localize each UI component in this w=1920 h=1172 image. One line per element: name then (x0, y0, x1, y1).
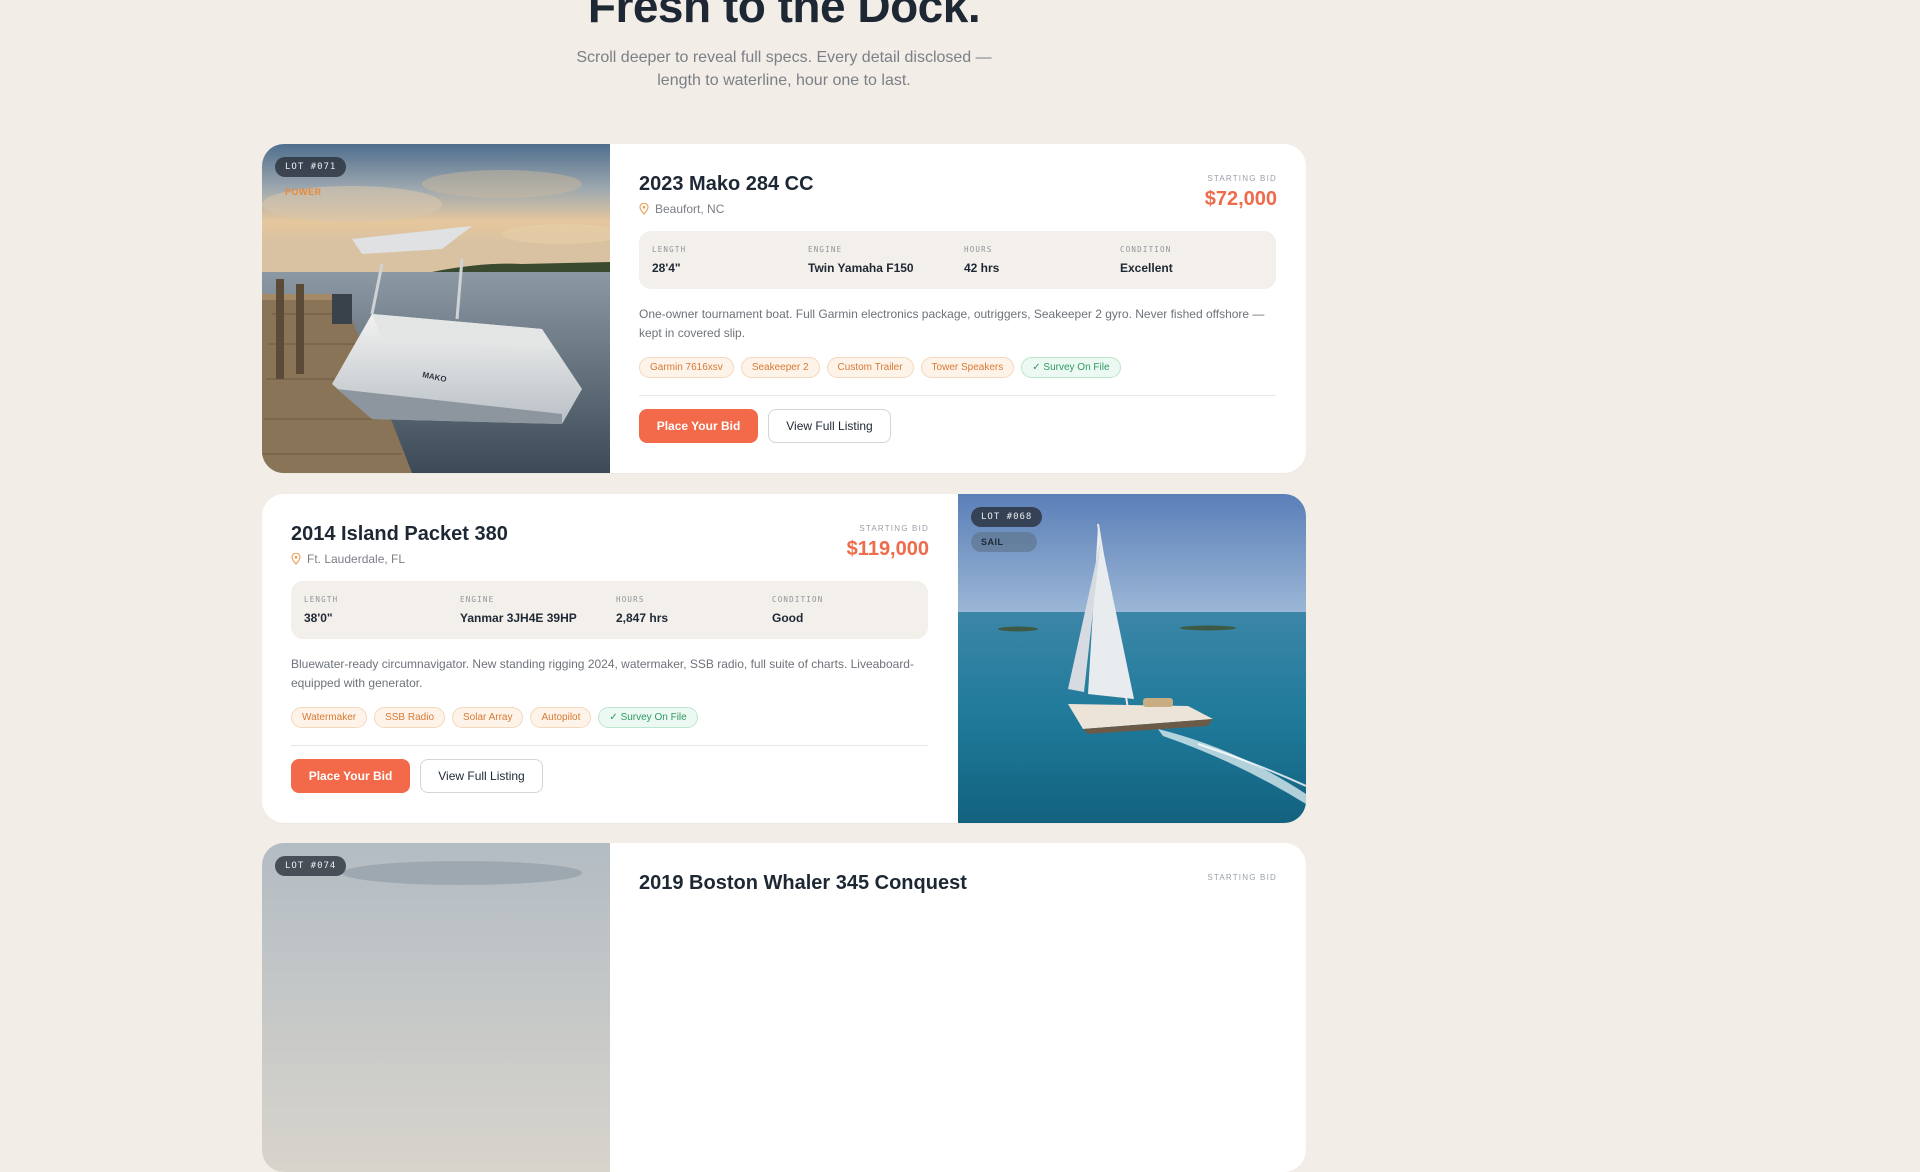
listing-card: MAKO LOT #071 POWER 2023 Mako 284 CC Bea… (262, 144, 1306, 473)
listing-title[interactable]: 2023 Mako 284 CC (639, 173, 814, 196)
spec-value: 42 hrs (964, 261, 1000, 275)
lot-badge: LOT #074 (275, 856, 347, 876)
type-badge: SAIL (971, 532, 1037, 552)
starting-bid-label: STARTING BID (1207, 174, 1277, 183)
location-text: Ft. Lauderdale, FL (307, 552, 406, 566)
spec-label: CONDITION (1120, 245, 1172, 254)
feature-tag: Custom Trailer (826, 357, 914, 378)
spec-label: HOURS (964, 245, 993, 254)
feature-tag: Tower Speakers (920, 357, 1015, 378)
listing-info: 2023 Mako 284 CC Beaufort, NC STARTING B… (610, 144, 1306, 473)
type-badge: POWER (285, 187, 322, 197)
survey-badge: ✓ Survey On File (598, 707, 698, 728)
spec-value: 38'0" (304, 611, 333, 625)
spec-condition: CONDITION Good (772, 595, 823, 625)
boat-photo[interactable]: MAKO LOT #071 POWER (262, 144, 610, 473)
spec-engine: ENGINE Twin Yamaha F150 (808, 245, 914, 275)
page-subtitle: Scroll deeper to reveal full specs. Ever… (576, 49, 992, 89)
listing-location: Beaufort, NC (639, 202, 724, 216)
feature-tags: Garmin 7616xsv Seakeeper 2 Custom Traile… (639, 357, 1121, 378)
feature-tag: Garmin 7616xsv (639, 357, 734, 378)
listing-card: 2014 Island Packet 380 Ft. Lauderdale, F… (262, 494, 1306, 823)
spec-label: CONDITION (772, 595, 824, 604)
spec-value: Excellent (1120, 261, 1173, 275)
view-listing-button[interactable]: View Full Listing (768, 409, 891, 443)
listing-title[interactable]: 2014 Island Packet 380 (291, 523, 508, 546)
spec-label: ENGINE (460, 595, 495, 604)
lot-badge: LOT #071 (275, 157, 347, 177)
lot-badge: LOT #068 (971, 507, 1043, 527)
listing-description: Bluewater-ready circumnavigator. New sta… (291, 657, 914, 690)
specs-panel: LENGTH 38'0" ENGINE Yanmar 3JH4E 39HP HO… (291, 581, 928, 639)
location-text: Beaufort, NC (655, 202, 725, 216)
spec-value: 2,847 hrs (616, 611, 669, 625)
feature-tag: Solar Array (452, 707, 524, 728)
spec-label: LENGTH (304, 595, 339, 604)
boat-photo-image (262, 843, 610, 1172)
feature-tag: Autopilot (530, 707, 592, 728)
spec-length: LENGTH 38'0" (304, 595, 338, 625)
view-listing-button[interactable]: View Full Listing (420, 759, 543, 793)
spec-value: Good (772, 611, 804, 625)
specs-panel: LENGTH 28'4" ENGINE Twin Yamaha F150 HOU… (639, 231, 1276, 289)
spec-hours: HOURS 2,847 hrs (616, 595, 668, 625)
boat-photo[interactable]: LOT #074 (262, 843, 610, 1172)
spec-label: HOURS (616, 595, 645, 604)
starting-bid-value: $119,000 (846, 538, 929, 560)
spec-length: LENGTH 28'4" (652, 245, 686, 275)
listing-title[interactable]: 2019 Boston Whaler 345 Conquest (639, 872, 967, 895)
feature-tag: SSB Radio (374, 707, 446, 728)
location-pin-icon (291, 553, 301, 565)
divider (639, 395, 1276, 396)
divider (291, 745, 928, 746)
place-bid-button[interactable]: Place Your Bid (291, 759, 410, 793)
listing-info: 2014 Island Packet 380 Ft. Lauderdale, F… (262, 494, 958, 823)
listing-card: LOT #074 2019 Boston Whaler 345 Conquest… (262, 843, 1306, 1172)
boat-photo[interactable]: LOT #068 SAIL (958, 494, 1306, 823)
listing-info: 2019 Boston Whaler 345 Conquest STARTING… (610, 843, 1306, 1172)
spec-value: Yanmar 3JH4E 39HP (460, 611, 577, 625)
spec-label: LENGTH (652, 245, 687, 254)
location-pin-icon (639, 203, 649, 215)
spec-value: 28'4" (652, 261, 681, 275)
survey-badge: ✓ Survey On File (1021, 357, 1121, 378)
page-title: Fresh to the Dock. (587, 0, 981, 32)
starting-bid-value: $72,000 (1204, 188, 1277, 210)
place-bid-button[interactable]: Place Your Bid (639, 409, 758, 443)
spec-value: Twin Yamaha F150 (808, 261, 914, 275)
listing-location: Ft. Lauderdale, FL (291, 552, 405, 566)
spec-condition: CONDITION Excellent (1120, 245, 1173, 275)
starting-bid-label: STARTING BID (1207, 873, 1277, 882)
spec-hours: HOURS 42 hrs (964, 245, 999, 275)
spec-engine: ENGINE Yanmar 3JH4E 39HP (460, 595, 577, 625)
starting-bid-label: STARTING BID (859, 524, 929, 533)
feature-tag: Watermaker (291, 707, 368, 728)
listing-description: One-owner tournament boat. Full Garmin e… (639, 307, 1265, 340)
feature-tag: Seakeeper 2 (740, 357, 820, 378)
spec-label: ENGINE (808, 245, 843, 254)
feature-tags: Watermaker SSB Radio Solar Array Autopil… (291, 707, 698, 728)
